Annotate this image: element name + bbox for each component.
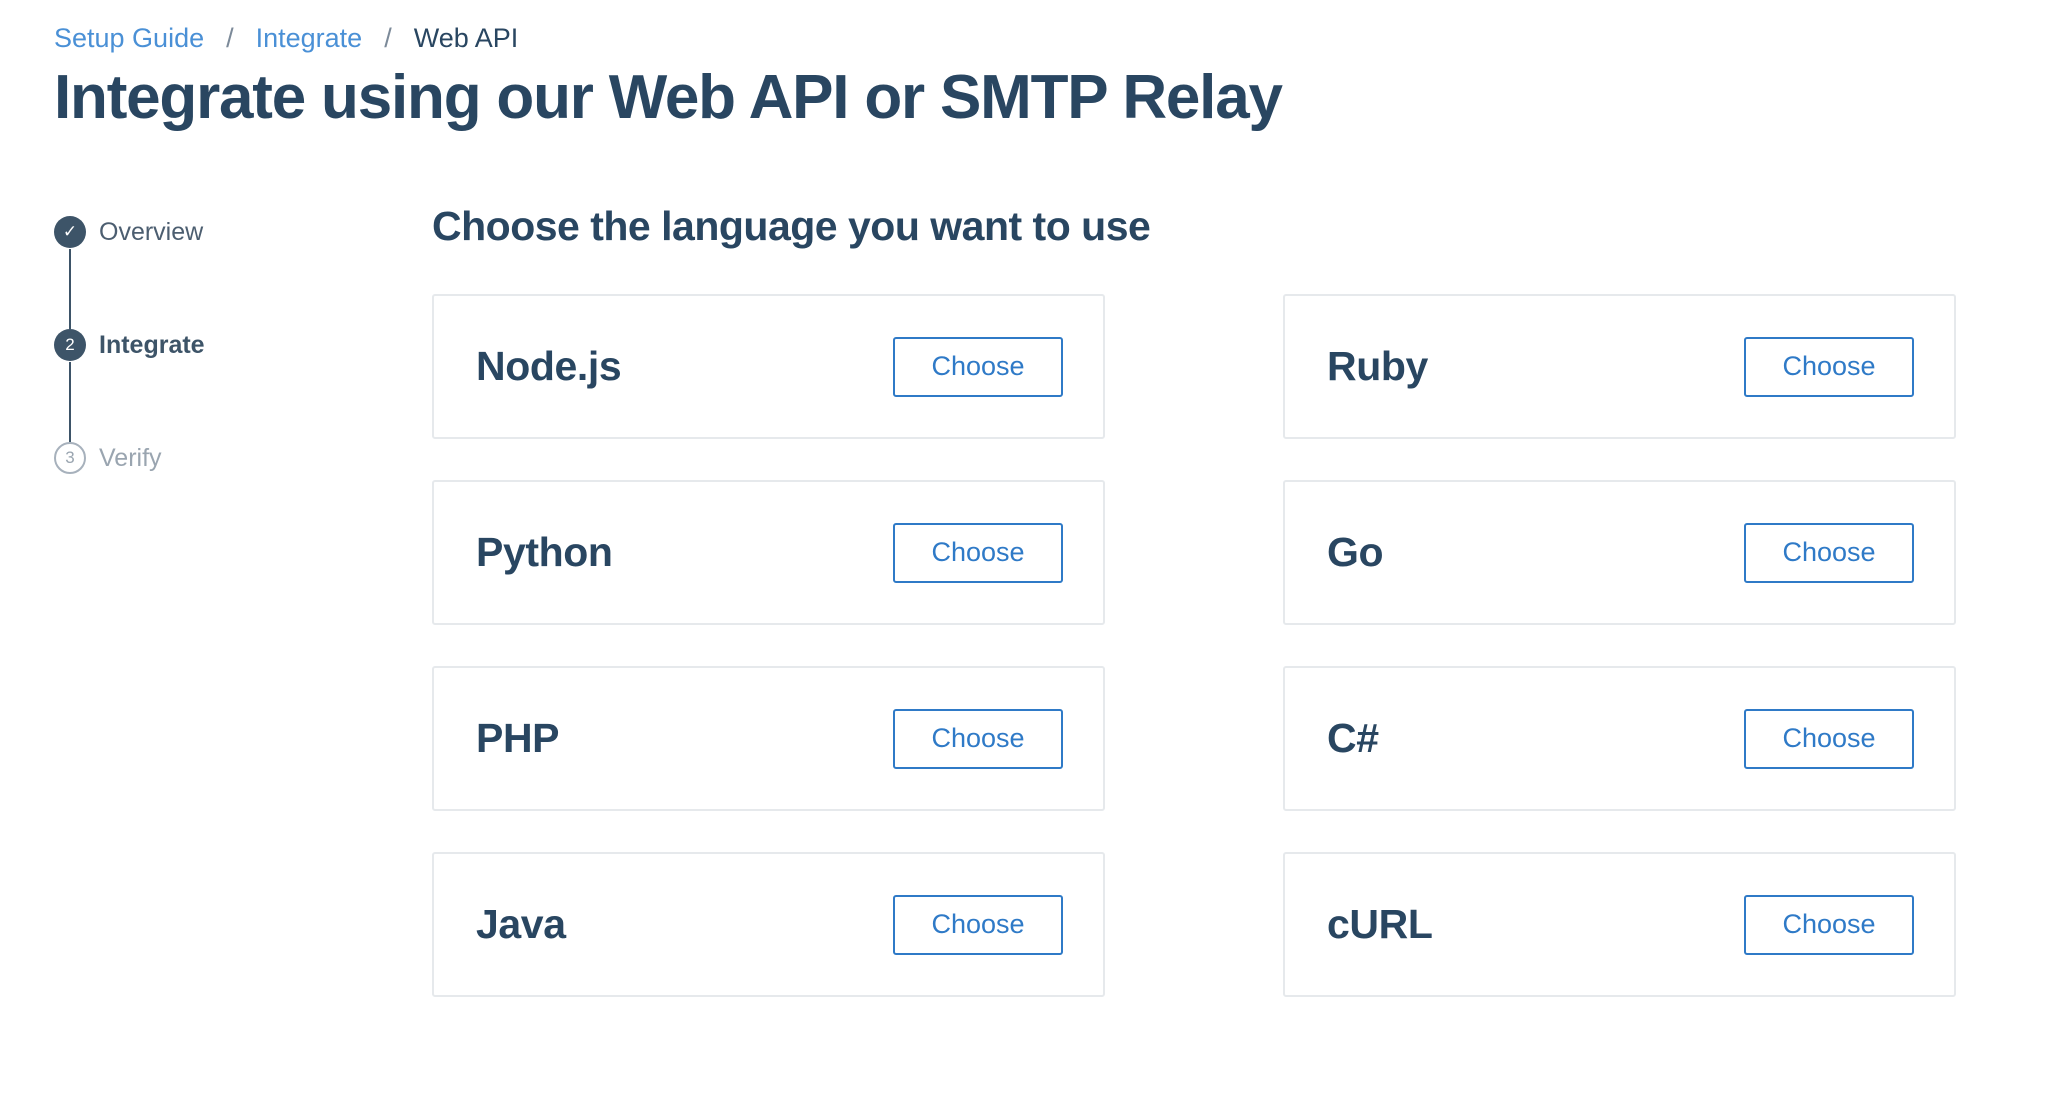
choose-go-button[interactable]: Choose — [1744, 522, 1914, 583]
choose-curl-button[interactable]: Choose — [1744, 894, 1914, 955]
step-overview[interactable]: ✓ Overview — [54, 215, 203, 249]
language-name: C# — [1327, 715, 1379, 761]
breadcrumb-separator: / — [384, 23, 392, 53]
choose-java-button[interactable]: Choose — [893, 894, 1063, 955]
language-card-ruby: Ruby Choose — [1283, 294, 1956, 439]
breadcrumb-link-setup-guide[interactable]: Setup Guide — [54, 20, 204, 56]
stepper-connector — [69, 362, 71, 442]
language-grid: Node.js Choose Ruby Choose Python Choose… — [432, 294, 1956, 997]
language-card-go: Go Choose — [1283, 480, 1956, 625]
language-name: Go — [1327, 529, 1384, 575]
step-integrate[interactable]: 2 Integrate — [54, 328, 205, 362]
step-label: Verify — [99, 443, 162, 472]
language-name: PHP — [476, 715, 560, 761]
language-card-php: PHP Choose — [432, 666, 1105, 811]
step-label: Overview — [99, 217, 204, 246]
language-name: Java — [476, 901, 566, 947]
language-name: Python — [476, 529, 613, 575]
setup-stepper: ✓ Overview 2 Integrate 3 Verify — [54, 215, 354, 475]
language-name: Node.js — [476, 343, 622, 389]
section-title: Choose the language you want to use — [432, 203, 1151, 249]
language-name: cURL — [1327, 901, 1433, 947]
language-name: Ruby — [1327, 343, 1428, 389]
choose-csharp-button[interactable]: Choose — [1744, 708, 1914, 769]
language-card-csharp: C# Choose — [1283, 666, 1956, 811]
breadcrumb-current: Web API — [413, 23, 519, 53]
breadcrumb-separator: / — [226, 23, 234, 53]
step-number-badge: 2 — [54, 329, 86, 361]
stepper-connector — [69, 249, 71, 329]
breadcrumb-link-integrate[interactable]: Integrate — [256, 20, 363, 56]
check-icon: ✓ — [54, 216, 86, 248]
breadcrumb: Setup Guide / Integrate / Web API — [54, 20, 518, 56]
language-card-java: Java Choose — [432, 852, 1105, 997]
language-card-nodejs: Node.js Choose — [432, 294, 1105, 439]
choose-nodejs-button[interactable]: Choose — [893, 336, 1063, 397]
choose-python-button[interactable]: Choose — [893, 522, 1063, 583]
step-verify: 3 Verify — [54, 441, 162, 475]
language-card-python: Python Choose — [432, 480, 1105, 625]
choose-php-button[interactable]: Choose — [893, 708, 1063, 769]
step-label: Integrate — [99, 330, 205, 359]
page-title: Integrate using our Web API or SMTP Rela… — [54, 63, 1283, 132]
language-card-curl: cURL Choose — [1283, 852, 1956, 997]
step-number-badge: 3 — [54, 442, 86, 474]
choose-ruby-button[interactable]: Choose — [1744, 336, 1914, 397]
